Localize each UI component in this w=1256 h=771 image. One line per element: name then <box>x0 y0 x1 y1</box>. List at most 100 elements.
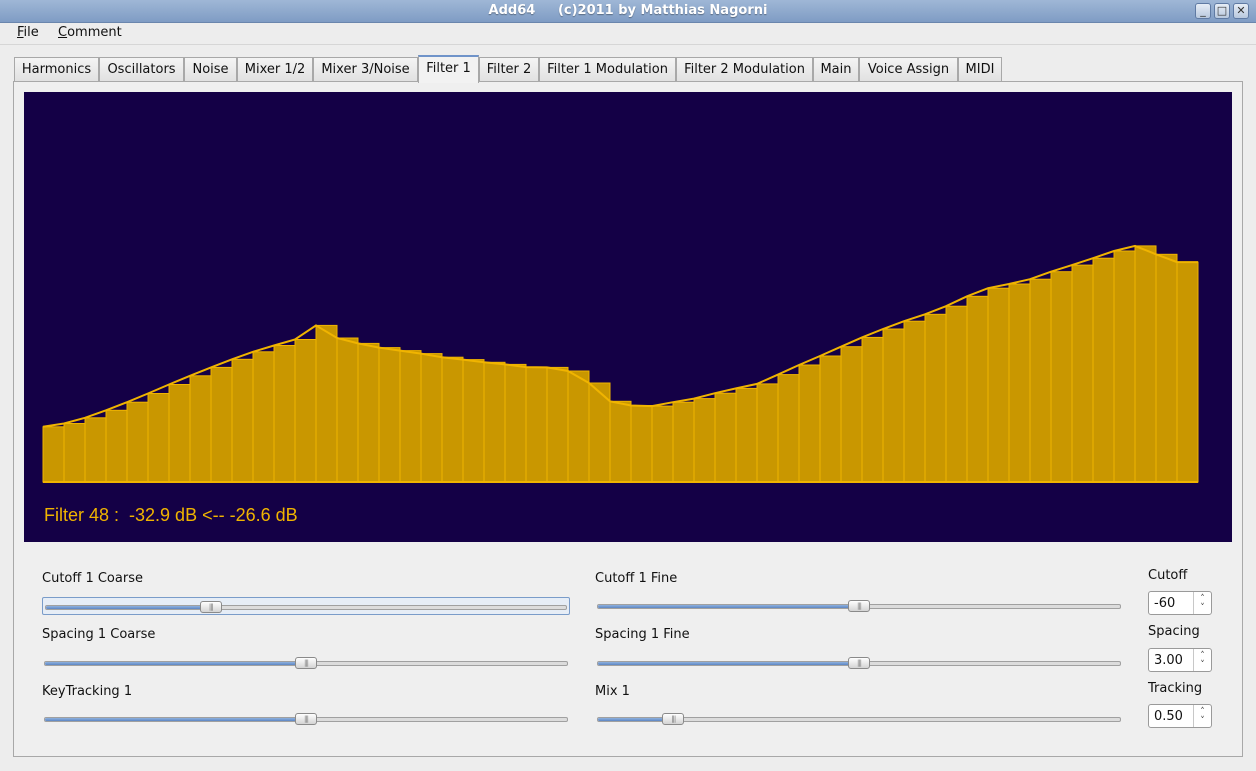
tab-filter-2-modulation[interactable]: Filter 2 Modulation <box>676 57 813 82</box>
filter-bar[interactable] <box>483 361 506 483</box>
filter-bar[interactable] <box>357 342 380 483</box>
slider-handle[interactable]: ||| <box>295 657 317 669</box>
filter-bar[interactable] <box>1113 250 1136 483</box>
cutoff-fine-slider[interactable]: ||| <box>597 597 1121 615</box>
tab-mixer-3-noise[interactable]: Mixer 3/Noise <box>313 57 418 82</box>
minimize-button[interactable]: _ <box>1195 3 1211 19</box>
filter-bar[interactable] <box>462 359 485 483</box>
filter-bar[interactable] <box>168 384 191 483</box>
mix-slider[interactable]: ||| <box>597 710 1121 728</box>
filter-bar[interactable] <box>1071 264 1094 483</box>
filter-bar[interactable] <box>945 305 968 483</box>
filter-bar[interactable] <box>441 356 464 483</box>
spin-arrows-icon[interactable]: ˄ ˅ <box>1193 592 1211 614</box>
tab-voice-assign[interactable]: Voice Assign <box>859 57 958 82</box>
filter-bar[interactable] <box>189 375 212 483</box>
filter-bar[interactable] <box>651 405 674 483</box>
filter-bar[interactable] <box>1176 261 1199 483</box>
filter-bar[interactable] <box>798 364 821 483</box>
filter-bar[interactable] <box>1134 245 1157 483</box>
filter-bar[interactable] <box>546 366 569 483</box>
filter-bar[interactable] <box>1155 253 1178 483</box>
maximize-button[interactable]: □ <box>1214 3 1230 19</box>
filter-bar[interactable] <box>861 336 884 483</box>
filter-bar[interactable] <box>777 374 800 483</box>
filter-bar[interactable] <box>42 426 65 483</box>
filter-bar[interactable] <box>1050 271 1073 483</box>
spin-arrows-icon[interactable]: ˄ ˅ <box>1193 705 1211 727</box>
spacing-spinbox[interactable]: 3.00 ˄ ˅ <box>1148 648 1212 672</box>
menu-comment[interactable]: Comment <box>58 25 122 40</box>
filter-display[interactable]: Filter 48 : -32.9 dB <-- -26.6 dB <box>24 92 1232 542</box>
filter-bar[interactable] <box>882 328 905 483</box>
filter-bar[interactable] <box>819 355 842 483</box>
spacing-spin-value[interactable]: 3.00 <box>1154 653 1183 668</box>
filter-bar[interactable] <box>987 287 1010 483</box>
filter-bar[interactable] <box>525 366 548 483</box>
filter-bar[interactable] <box>672 401 695 483</box>
filter-bar[interactable] <box>1008 283 1031 483</box>
filter-bar[interactable] <box>336 337 359 483</box>
tracking-spinbox[interactable]: 0.50 ˄ ˅ <box>1148 704 1212 728</box>
filter-bar[interactable] <box>420 353 443 483</box>
tab-midi[interactable]: MIDI <box>958 57 1002 82</box>
slider-fill <box>45 662 307 665</box>
cutoff-fine-label: Cutoff 1 Fine <box>595 571 678 586</box>
tab-filter-1[interactable]: Filter 1 <box>418 55 479 83</box>
title-bar[interactable]: Add64 (c)2011 by Matthias Nagorni _ □ ✕ <box>0 0 1256 23</box>
tab-main[interactable]: Main <box>813 57 859 82</box>
filter-bar[interactable] <box>294 339 317 483</box>
keytracking-label: KeyTracking 1 <box>42 684 133 699</box>
spin-arrows-icon[interactable]: ˄ ˅ <box>1193 649 1211 671</box>
filter-bar[interactable] <box>1029 278 1052 483</box>
filter-bar[interactable] <box>924 313 947 483</box>
filter-bar[interactable] <box>231 358 254 483</box>
tab-filter-2[interactable]: Filter 2 <box>479 57 539 82</box>
spacing-fine-slider[interactable]: ||| <box>597 654 1121 672</box>
filter-bar[interactable] <box>315 324 338 483</box>
slider-fill <box>598 605 860 608</box>
cutoff-spinbox[interactable]: -60 ˄ ˅ <box>1148 591 1212 615</box>
filter-bar[interactable] <box>693 398 716 483</box>
slider-handle[interactable]: ||| <box>848 657 870 669</box>
filter-bar[interactable] <box>399 350 422 483</box>
filter-bar[interactable] <box>1092 257 1115 483</box>
filter-bar[interactable] <box>630 405 653 483</box>
filter-bar[interactable] <box>84 417 107 483</box>
filter-bar[interactable] <box>273 345 296 483</box>
filter-bar[interactable] <box>126 401 149 483</box>
filter-bar[interactable] <box>966 295 989 483</box>
tab-harmonics[interactable]: Harmonics <box>14 57 99 82</box>
tab-oscillators[interactable]: Oscillators <box>99 57 184 82</box>
cutoff-spin-value[interactable]: -60 <box>1154 596 1175 611</box>
cutoff-coarse-slider[interactable]: ||| <box>42 597 570 615</box>
filter-bar[interactable] <box>252 351 275 483</box>
close-button[interactable]: ✕ <box>1233 3 1249 19</box>
tab-noise[interactable]: Noise <box>184 57 237 82</box>
filter-bar[interactable] <box>567 370 590 483</box>
slider-handle[interactable]: ||| <box>848 600 870 612</box>
filter-bar[interactable] <box>840 346 863 483</box>
filter-bar[interactable] <box>714 392 737 483</box>
slider-handle[interactable]: ||| <box>199 601 222 613</box>
slider-handle[interactable]: ||| <box>295 713 317 725</box>
filter-bar[interactable] <box>147 393 170 483</box>
tab-filter-1-modulation[interactable]: Filter 1 Modulation <box>539 57 676 82</box>
filter-bar[interactable] <box>105 409 128 483</box>
filter-bar[interactable] <box>903 320 926 483</box>
tracking-spin-value[interactable]: 0.50 <box>1154 709 1183 724</box>
spacing-coarse-slider[interactable]: ||| <box>44 654 568 672</box>
filter-bar[interactable] <box>63 423 86 483</box>
filter-bar[interactable] <box>756 383 779 483</box>
filter-graph[interactable] <box>24 92 1232 542</box>
keytracking-slider[interactable]: ||| <box>44 710 568 728</box>
filter-bar[interactable] <box>378 347 401 483</box>
filter-bar[interactable] <box>504 363 527 483</box>
menu-file[interactable]: File <box>17 25 39 40</box>
slider-handle[interactable]: ||| <box>662 713 685 725</box>
filter-bar[interactable] <box>210 366 233 483</box>
filter-bar[interactable] <box>609 400 632 483</box>
tab-mixer-1-2[interactable]: Mixer 1/2 <box>237 57 313 82</box>
mix-label: Mix 1 <box>595 684 630 699</box>
filter-bar[interactable] <box>735 387 758 483</box>
